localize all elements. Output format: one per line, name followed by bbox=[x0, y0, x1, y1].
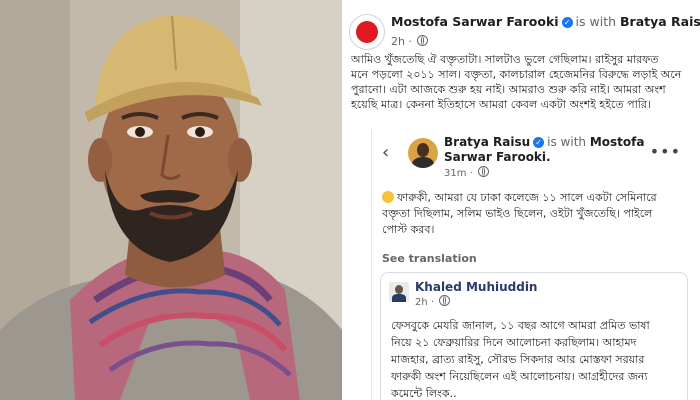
card-time[interactable]: 2h · bbox=[415, 295, 451, 308]
card-time-text: 2h bbox=[415, 297, 428, 308]
smile-emoji-icon bbox=[382, 191, 394, 203]
shared-time-text: 31m bbox=[444, 168, 467, 179]
author-name[interactable]: Mostofa Sarwar Farooki bbox=[391, 14, 559, 29]
verified-badge-icon: ✓ bbox=[533, 137, 545, 148]
card-author-name[interactable]: Khaled Muhiuddin bbox=[415, 280, 537, 294]
shared-post: ‹ Bratya Raisu ✓ is with Mostofa Sarwar Fa… bbox=[371, 130, 699, 400]
shared-header-line-1: Bratya Raisu ✓ is with Mostofa bbox=[444, 135, 644, 149]
post-body: আমিও খুঁজতেছি ঐ বক্তৃতাটা। সালটাও ভুলে গ… bbox=[351, 52, 693, 112]
with-text: is with bbox=[575, 14, 617, 29]
shared-body-line: ফারুকী, আমরা যে ঢাকা কলেজে ১১ সালে একটা … bbox=[397, 191, 657, 204]
portrait-photo bbox=[0, 0, 342, 400]
shared-tagged-name-2[interactable]: Sarwar Farooki. bbox=[444, 150, 551, 164]
post-body-line: মনে পড়লো ২০১১ সাল। বক্তৃতা, কালচারাল হে… bbox=[351, 68, 682, 81]
verified-badge-icon: ✓ bbox=[561, 17, 573, 28]
shared-body-line: বক্তৃতা দিছিলাম, সলিম ভাইও ছিলেন, ওইটা খ… bbox=[382, 207, 653, 220]
card-body-line: ফেসবুকে মেযরি জানাল, ১১ বছর আগে আমরা প্র… bbox=[391, 319, 650, 332]
post-body-line: আমিও খুঁজতেছি ঐ বক্তৃতাটা। সালটাও ভুলে গ… bbox=[351, 53, 659, 66]
shared-author-name[interactable]: Bratya Raisu bbox=[444, 135, 530, 149]
post-header-line: Mostofa Sarwar Farooki ✓ is with Bratya Ra… bbox=[391, 14, 700, 29]
card-author-avatar[interactable] bbox=[389, 282, 409, 302]
post-time[interactable]: 2h · bbox=[391, 35, 429, 48]
post-body-line: হয়েছি মাত্র। কেননা ইতিহাসে আমরা কেবল এক… bbox=[351, 98, 651, 111]
author-avatar[interactable] bbox=[349, 14, 385, 50]
card-body-line: কমেন্টে লিংক.. bbox=[391, 387, 457, 400]
shared-author-avatar[interactable] bbox=[408, 138, 438, 168]
post-time-text: 2h bbox=[391, 35, 405, 48]
tagged-name[interactable]: Bratya Raisu. bbox=[620, 14, 700, 29]
post-header: Mostofa Sarwar Farooki ✓ is with Bratya Ra… bbox=[349, 10, 700, 50]
card-body-line: মাজহার, ব্রাত্য রাইসু, সৌরভ সিকদার আর মো… bbox=[391, 353, 645, 366]
facebook-post: Mostofa Sarwar Farooki ✓ is with Bratya Ra… bbox=[345, 0, 700, 400]
card-body-line: ফারুকী অংশ নিয়েছিলেন এই আলোচনায়। আগ্রহ… bbox=[391, 370, 648, 383]
globe-icon bbox=[439, 295, 451, 306]
card-body-line: নিয়ে ২১ ফেব্রুয়ারির দিনে আলোচনা করছিলা… bbox=[391, 336, 637, 349]
card-body: ফেসবুকে মেযরি জানাল, ১১ বছর আগে আমরা প্র… bbox=[391, 317, 683, 400]
shared-time[interactable]: 31m · bbox=[444, 166, 490, 179]
globe-icon bbox=[478, 166, 490, 177]
see-translation-link[interactable]: See translation bbox=[382, 252, 477, 265]
shared-with-text: is with bbox=[547, 135, 586, 149]
nested-post-card[interactable]: Khaled Muhiuddin 2h · ফেসবুকে মেযরি জানা… bbox=[380, 272, 688, 400]
globe-icon bbox=[417, 35, 429, 46]
back-arrow-icon[interactable]: ‹ bbox=[382, 142, 389, 163]
more-options-icon[interactable]: ••• bbox=[650, 142, 681, 161]
shared-tagged-name-1[interactable]: Mostofa bbox=[590, 135, 645, 149]
shared-body: ফারুকী, আমরা যে ঢাকা কলেজে ১১ সালে একটা … bbox=[382, 190, 692, 238]
post-body-line: পুরানো। এটা আজকে শুরু হয় নাই। আমরাও শুর… bbox=[351, 83, 666, 96]
shared-body-line: পোস্ট করব। bbox=[382, 223, 435, 236]
portrait-illustration bbox=[0, 0, 342, 400]
